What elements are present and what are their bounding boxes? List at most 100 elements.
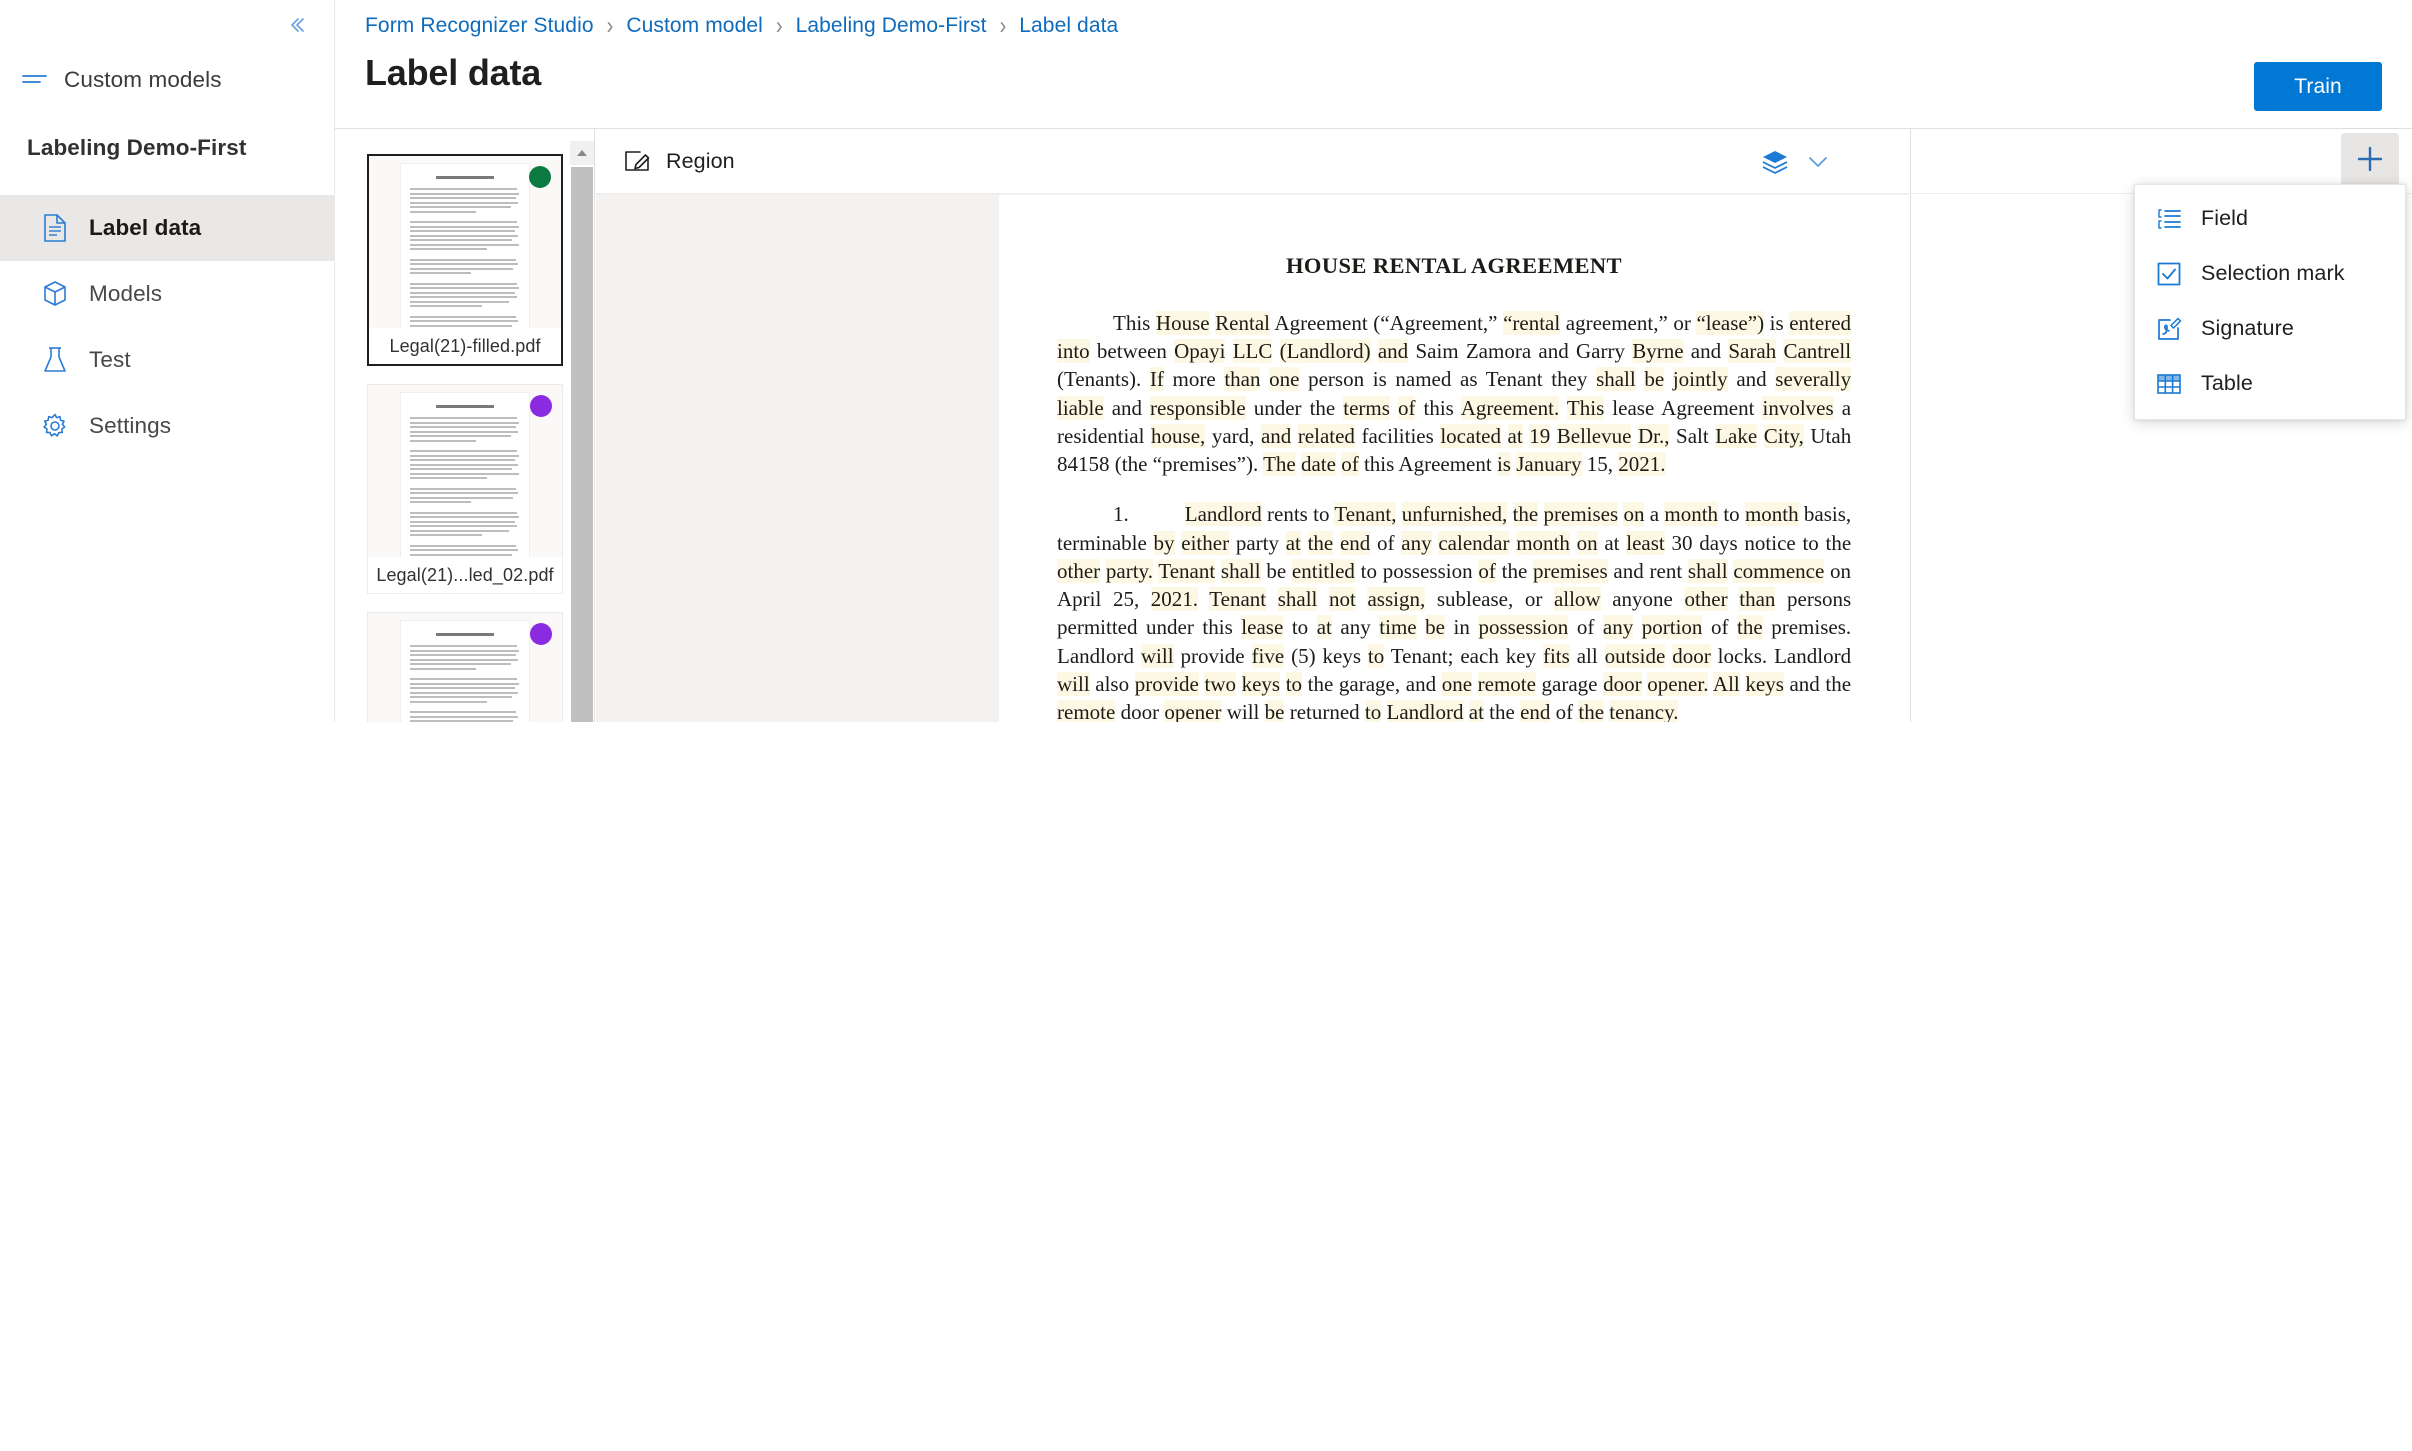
scroll-up-button[interactable] <box>570 141 594 165</box>
ocr-word-highlight[interactable]: other <box>1057 558 1101 583</box>
ocr-word-highlight[interactable]: shall <box>1596 367 1636 392</box>
ocr-word-highlight[interactable]: unfurnished, <box>1401 502 1508 527</box>
ocr-word-highlight[interactable]: than <box>1224 367 1261 392</box>
file-thumbnail-item[interactable] <box>367 612 563 722</box>
file-thumbnail-item[interactable]: Legal(21)-filled.pdf <box>367 154 563 366</box>
ocr-word-highlight[interactable]: remote <box>1057 700 1116 722</box>
ocr-word-highlight[interactable]: than <box>1739 587 1776 612</box>
ocr-word-highlight[interactable]: City, <box>1763 423 1804 448</box>
ocr-word-highlight[interactable]: premises <box>1543 502 1619 527</box>
ocr-word-highlight[interactable]: Sarah <box>1728 339 1777 364</box>
ocr-word-highlight[interactable]: jointly <box>1672 367 1728 392</box>
ocr-word-highlight[interactable]: responsible <box>1150 395 1246 420</box>
ocr-word-highlight[interactable]: assign, <box>1367 587 1426 612</box>
ocr-word-highlight[interactable]: be <box>1425 615 1445 640</box>
ocr-word-highlight[interactable]: shall <box>1220 558 1261 583</box>
ocr-word-highlight[interactable]: Cantrell <box>1783 339 1852 364</box>
ocr-word-highlight[interactable]: the <box>1512 502 1539 527</box>
ocr-word-highlight[interactable]: LLC <box>1232 339 1273 364</box>
add-label-button[interactable] <box>2341 133 2399 189</box>
scrollbar-thumb[interactable] <box>571 167 593 722</box>
ocr-word-highlight[interactable]: by <box>1153 530 1175 555</box>
breadcrumb-item-studio[interactable]: Form Recognizer Studio <box>365 14 594 38</box>
ocr-word-highlight[interactable]: fits <box>1542 643 1570 668</box>
ocr-word-highlight[interactable]: and <box>1377 339 1409 364</box>
ocr-word-highlight[interactable]: House <box>1155 311 1210 335</box>
file-thumbnail-item[interactable]: Legal(21)...led_02.pdf <box>367 384 563 594</box>
ocr-word-highlight[interactable]: terms <box>1343 395 1390 420</box>
ocr-word-highlight[interactable]: of <box>1397 395 1416 420</box>
ocr-word-highlight[interactable]: is <box>1496 452 1511 477</box>
menu-item-field[interactable]: Field <box>2135 191 2405 246</box>
ocr-word-highlight[interactable]: any <box>1602 615 1634 640</box>
ocr-word-highlight[interactable]: month <box>1516 530 1570 555</box>
ocr-word-highlight[interactable]: Landlord <box>1184 502 1262 527</box>
ocr-word-highlight[interactable]: to <box>1364 700 1382 722</box>
ocr-word-highlight[interactable]: not <box>1329 587 1356 612</box>
ocr-word-highlight[interactable]: lease <box>1241 615 1284 640</box>
ocr-word-highlight[interactable]: All <box>1712 671 1740 696</box>
ocr-word-highlight[interactable]: the <box>1578 700 1605 722</box>
ocr-word-highlight[interactable]: The <box>1263 452 1296 477</box>
file-panel-scrollbar[interactable] <box>570 129 594 722</box>
ocr-word-highlight[interactable]: “lease”) <box>1696 311 1765 335</box>
ocr-word-highlight[interactable]: keys <box>1745 671 1784 696</box>
ocr-word-highlight[interactable]: shall <box>1687 558 1728 583</box>
ocr-word-highlight[interactable]: on <box>1576 530 1598 555</box>
ocr-word-highlight[interactable]: This <box>1566 395 1605 420</box>
ocr-word-highlight[interactable]: at <box>1285 530 1301 555</box>
ocr-word-highlight[interactable]: Landlord <box>1386 700 1464 722</box>
ocr-word-highlight[interactable]: into <box>1057 339 1090 364</box>
ocr-word-highlight[interactable]: liable <box>1057 395 1104 420</box>
ocr-word-highlight[interactable]: portion <box>1641 615 1703 640</box>
ocr-word-highlight[interactable]: will <box>1057 671 1090 696</box>
ocr-word-highlight[interactable]: provide <box>1134 671 1199 696</box>
ocr-word-highlight[interactable]: to <box>1285 671 1303 696</box>
ocr-word-highlight[interactable]: at <box>1507 423 1523 448</box>
breadcrumb-item-label-data[interactable]: Label data <box>1019 14 1118 38</box>
sidebar-item-models[interactable]: Models <box>0 261 335 327</box>
ocr-word-highlight[interactable]: severally <box>1775 367 1852 392</box>
ocr-word-highlight[interactable]: and <box>1260 423 1292 448</box>
train-button[interactable]: Train <box>2254 62 2382 111</box>
ocr-word-highlight[interactable]: on <box>1623 502 1645 527</box>
ocr-word-highlight[interactable]: Agreement. <box>1460 395 1560 420</box>
ocr-word-highlight[interactable]: will <box>1140 643 1174 668</box>
ocr-word-highlight[interactable]: be <box>1264 700 1285 722</box>
ocr-word-highlight[interactable]: “rental <box>1503 311 1561 335</box>
ocr-word-highlight[interactable]: at <box>1468 700 1484 722</box>
ocr-word-highlight[interactable]: Rental <box>1215 311 1270 335</box>
ocr-word-highlight[interactable]: month <box>1744 502 1799 527</box>
document-page[interactable]: HOUSE RENTAL AGREEMENT This House Rental… <box>999 195 1909 722</box>
ocr-word-highlight[interactable]: to <box>1367 643 1385 668</box>
ocr-word-highlight[interactable]: Dr., <box>1637 423 1670 448</box>
document-canvas[interactable]: HOUSE RENTAL AGREEMENT This House Rental… <box>596 194 1909 722</box>
ocr-word-highlight[interactable]: of <box>1478 558 1496 583</box>
ocr-word-highlight[interactable]: end <box>1339 530 1371 555</box>
menu-item-selection-mark[interactable]: Selection mark <box>2135 246 2405 301</box>
ocr-word-highlight[interactable]: entitled <box>1291 558 1355 583</box>
ocr-word-highlight[interactable]: the <box>1737 615 1763 640</box>
ocr-word-highlight[interactable]: other <box>1684 587 1728 612</box>
ocr-word-highlight[interactable]: Tenant <box>1158 558 1216 583</box>
ocr-word-highlight[interactable]: premises <box>1533 558 1608 583</box>
ocr-word-highlight[interactable]: any <box>1401 530 1432 555</box>
sidebar-item-test[interactable]: Test <box>0 327 335 393</box>
ocr-word-highlight[interactable]: end <box>1520 700 1551 722</box>
menu-item-signature[interactable]: Signature <box>2135 301 2405 356</box>
ocr-word-highlight[interactable]: Tenant <box>1209 587 1267 612</box>
ocr-word-highlight[interactable]: house, <box>1151 423 1206 448</box>
ocr-word-highlight[interactable]: opener <box>1164 700 1222 722</box>
ocr-word-highlight[interactable]: door <box>1672 643 1711 668</box>
layers-icon[interactable] <box>1761 149 1789 175</box>
ocr-word-highlight[interactable]: 2021. <box>1618 452 1666 477</box>
ocr-word-highlight[interactable]: 2021. <box>1150 587 1199 612</box>
sidebar-item-label-data[interactable]: Label data <box>0 195 335 261</box>
ocr-word-highlight[interactable]: be <box>1644 367 1665 392</box>
ocr-word-highlight[interactable]: allow <box>1553 587 1601 612</box>
ocr-word-highlight[interactable]: possession <box>1478 615 1569 640</box>
ocr-word-highlight[interactable]: two <box>1204 671 1236 696</box>
ocr-word-highlight[interactable]: Byrne <box>1632 339 1684 364</box>
ocr-word-highlight[interactable]: month <box>1664 502 1719 527</box>
ocr-word-highlight[interactable]: remote <box>1477 671 1536 696</box>
